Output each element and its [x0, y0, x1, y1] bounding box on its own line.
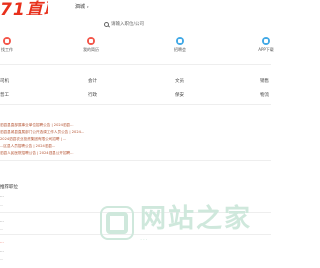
shortcut-bar: 找工作 我的简历 招聘会 APP下载 [0, 37, 274, 55]
job-meta: ... [0, 227, 4, 231]
divider [0, 64, 271, 65]
shortcut-my-resume[interactable]: 我的简历 [76, 37, 106, 53]
job-title[interactable]: ... [0, 193, 4, 198]
city-selector[interactable]: 泗城 ▾ [75, 3, 89, 10]
shortcut-label: 找工作 [1, 47, 13, 52]
hot-tag: ... [0, 239, 4, 244]
category-item[interactable]: 文员 [175, 78, 184, 84]
shortcut-label: 招聘会 [174, 47, 186, 52]
shortcut-job-fair[interactable]: 招聘会 [165, 37, 195, 53]
header: 71直聘 泗城 ▾ [0, 0, 271, 17]
category-item[interactable]: 销售 [260, 78, 269, 84]
search-box[interactable]: 请输入职位/公司 [104, 19, 174, 29]
watermark-text: 网站之家 [140, 204, 253, 234]
shortcut-find-job[interactable]: 找工作 [0, 37, 22, 53]
shortcut-app-download[interactable]: APP下载 [251, 37, 281, 53]
category-item[interactable]: 保安 [175, 92, 184, 98]
news-item[interactable]: 泗县人民医院招聘公告 | 2024泗县公开招聘... [0, 151, 74, 156]
search-icon [104, 21, 109, 27]
news-item[interactable]: 2024泗县农业投资集团有限公司招聘 | ... [0, 137, 66, 142]
divider [0, 104, 271, 105]
category-item[interactable]: 行政 [88, 92, 97, 98]
resume-icon [87, 37, 95, 45]
news-item[interactable]: 泗县县城县直属部门公开选调工作人员公告 | 2024... [0, 130, 84, 135]
category-item[interactable]: 普工 [0, 92, 9, 98]
calendar-icon [176, 37, 184, 45]
phone-icon [262, 37, 270, 45]
category-item[interactable]: 会计 [88, 78, 97, 84]
section-title: 推荐职位 [0, 185, 18, 190]
watermark: 网站之家 ... [100, 204, 252, 242]
shortcut-label: 我的简历 [83, 47, 99, 52]
news-item[interactable]: ...区县人员招聘公告 | 2024泗县... [0, 144, 55, 149]
news-item[interactable]: 泗县县直部属事业单位招聘公告 | 2024泗县... [0, 123, 74, 128]
logo[interactable]: 71直聘 [0, 0, 48, 15]
shortcut-label: APP下载 [258, 47, 274, 52]
briefcase-icon [3, 37, 11, 45]
job-meta: ... [0, 257, 4, 261]
search-placeholder[interactable]: 请输入职位/公司 [111, 21, 144, 27]
job-meta: ... [0, 203, 4, 207]
job-title[interactable]: ... [0, 248, 4, 253]
category-item[interactable]: 物流 [260, 92, 269, 98]
divider [0, 160, 271, 161]
city-label: 泗城 [75, 4, 86, 10]
watermark-subtext: ... [140, 234, 149, 242]
watermark-logo-icon [100, 206, 134, 240]
chevron-down-icon: ▾ [87, 4, 89, 9]
job-title[interactable]: ... [0, 218, 4, 223]
category-item[interactable]: 司机 [0, 78, 9, 84]
